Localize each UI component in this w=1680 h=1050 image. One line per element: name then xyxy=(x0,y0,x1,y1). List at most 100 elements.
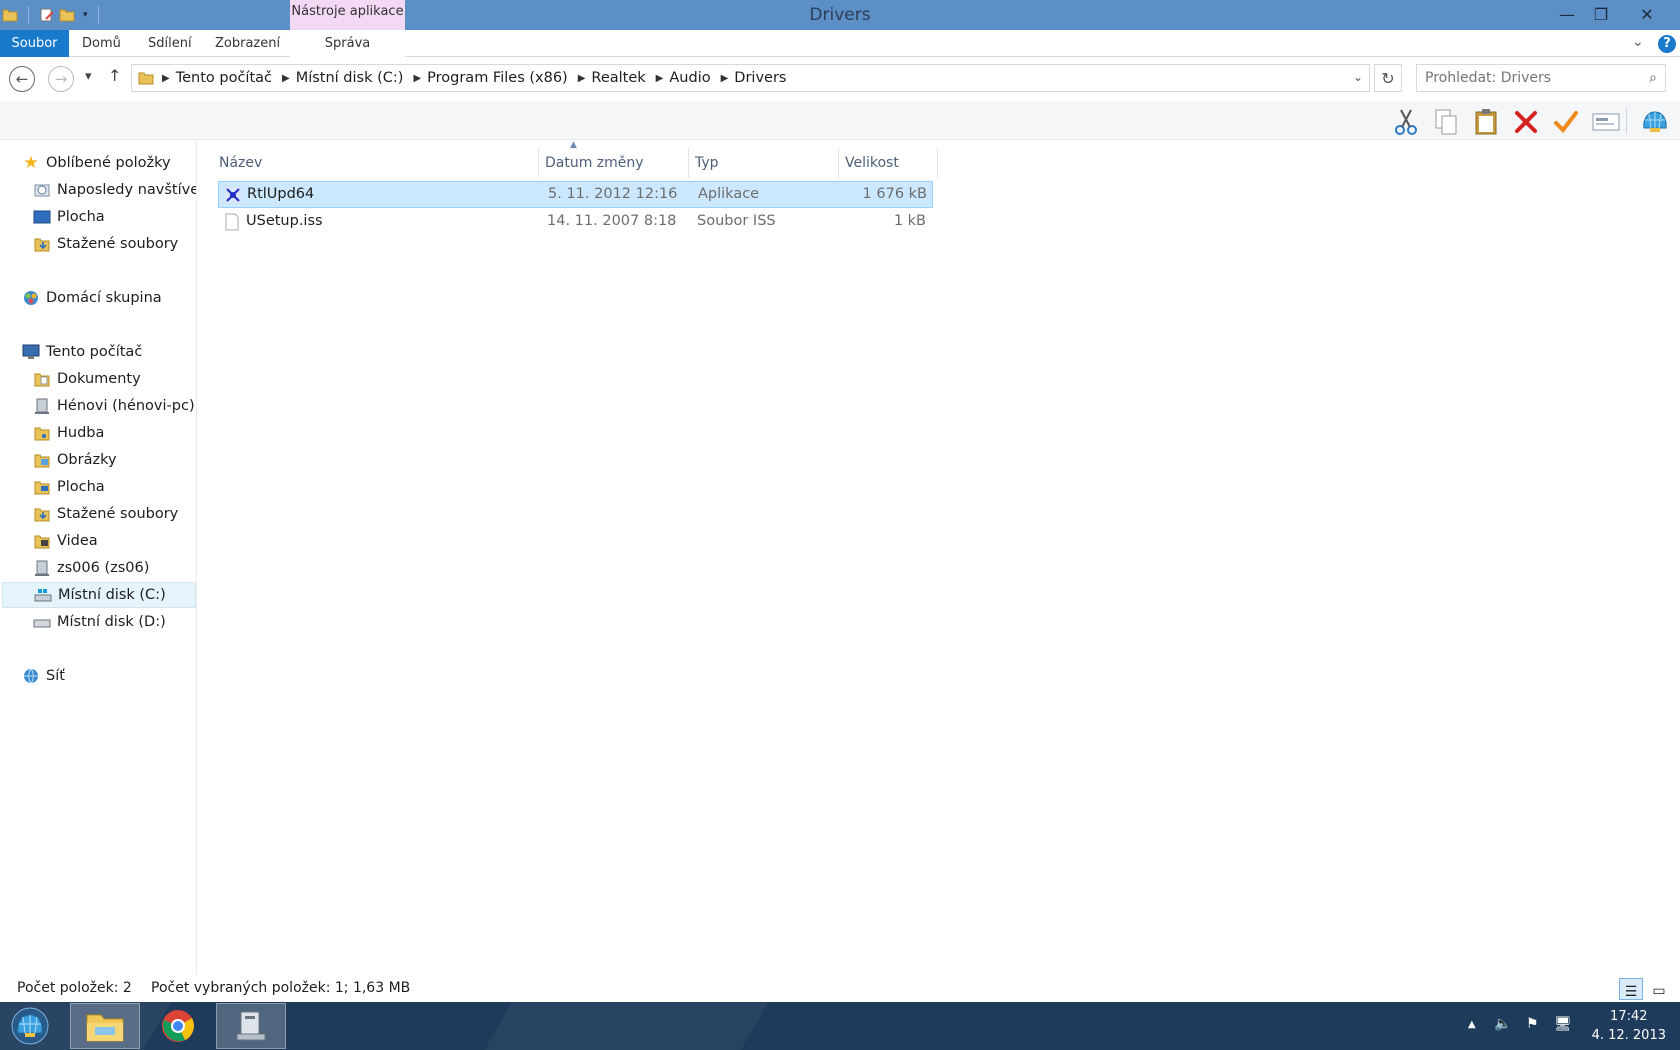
clock-time: 17:42 xyxy=(1610,1009,1648,1024)
nav-recent[interactable]: Naposledy navštívené xyxy=(33,178,196,202)
nav-this-pc[interactable]: Tento počítač xyxy=(22,340,142,364)
recent-locations-chevron-icon[interactable]: ▾ xyxy=(85,69,92,84)
nav-desktop[interactable]: Plocha xyxy=(33,205,105,229)
table-row[interactable]: RtlUpd64 5. 11. 2012 12:16 Aplikace 1 67… xyxy=(218,181,933,208)
forward-button[interactable]: → xyxy=(48,66,74,92)
delete-icon[interactable] xyxy=(1511,107,1541,137)
column-header-name[interactable]: Název xyxy=(213,148,539,178)
file-name: RtlUpd64 xyxy=(247,186,315,202)
close-button[interactable]: ✕ xyxy=(1618,0,1676,28)
computer-icon xyxy=(22,343,40,361)
clock-date: 4. 12. 2013 xyxy=(1591,1028,1666,1043)
item-count: Počet položek: 2 xyxy=(17,980,132,996)
breadcrumb-separator-icon[interactable]: ▶ xyxy=(162,73,170,84)
up-button[interactable]: ↑ xyxy=(108,66,121,85)
title-bar: ▾ Drivers — ❐ ✕ xyxy=(0,0,1680,30)
tab-sprava[interactable]: Správa xyxy=(290,30,405,57)
help-icon[interactable]: ? xyxy=(1658,35,1676,53)
folder-icon xyxy=(86,1014,124,1042)
address-history-chevron-icon[interactable]: ⌄ xyxy=(1353,70,1363,84)
music-folder-icon xyxy=(33,424,51,442)
action-center-flag-icon[interactable]: ⚑ xyxy=(1526,1016,1539,1032)
nav-desktop-2[interactable]: Plocha xyxy=(33,475,105,499)
back-button[interactable]: ← xyxy=(9,66,35,92)
window-title: Drivers xyxy=(809,5,871,25)
nav-favorites[interactable]: ★ Oblíbené položky xyxy=(22,151,171,175)
nav-music[interactable]: Hudba xyxy=(33,421,104,445)
nav-label: Hénovi (hénovi-pc) xyxy=(57,398,195,414)
cut-icon[interactable] xyxy=(1391,107,1421,137)
nav-pictures[interactable]: Obrázky xyxy=(33,448,117,472)
large-icons-view-button[interactable]: ▭ xyxy=(1647,978,1671,1000)
network-status-icon[interactable]: 🖥 xyxy=(1554,1016,1572,1032)
search-box[interactable]: ⌕ xyxy=(1416,64,1666,92)
nav-zs006[interactable]: zs006 (zs06) xyxy=(33,556,149,580)
breadcrumb-audio[interactable]: Audio xyxy=(663,70,720,86)
nav-network[interactable]: Síť xyxy=(22,664,65,688)
show-hidden-icons-icon[interactable]: ▲ xyxy=(1468,1019,1476,1030)
search-input[interactable] xyxy=(1417,65,1627,91)
homegroup-icon xyxy=(22,289,40,307)
breadcrumb-drivers[interactable]: Drivers xyxy=(728,70,796,86)
windows-drive-icon xyxy=(34,586,52,604)
column-header-size[interactable]: Velikost xyxy=(839,148,938,178)
nav-label: Stažené soubory xyxy=(57,506,179,522)
rename-icon[interactable] xyxy=(1591,107,1621,137)
nav-downloads-2[interactable]: Stažené soubory xyxy=(33,502,178,526)
context-tab-group-label: Nástroje aplikace xyxy=(291,4,404,19)
expand-ribbon-chevron-icon[interactable]: ⌄ xyxy=(1632,34,1644,50)
shell-icon[interactable] xyxy=(1640,107,1670,137)
navigation-pane: ★ Oblíbené položky Naposledy navštívené … xyxy=(0,140,197,1000)
taskbar-setup-app[interactable] xyxy=(216,1003,286,1049)
ribbon: Soubor Domů Sdílení Zobrazení Správa ⌄ ? xyxy=(0,30,1680,57)
taskbar-file-explorer[interactable] xyxy=(70,1003,140,1049)
taskbar-chrome[interactable] xyxy=(143,1003,213,1049)
breadcrumb-program-files[interactable]: Program Files (x86) xyxy=(421,70,578,86)
search-icon[interactable]: ⌕ xyxy=(1649,70,1657,86)
address-bar[interactable]: ▶ Tento počítač ▶ Místní disk (C:) ▶ Pro… xyxy=(131,64,1370,92)
nav-disk-c[interactable]: Místní disk (C:) xyxy=(2,582,196,608)
address-row: ← → ▾ ↑ ▶ Tento počítač ▶ Místní disk (C… xyxy=(0,57,1680,102)
breadcrumb-separator-icon[interactable]: ▶ xyxy=(282,73,290,84)
recent-places-icon xyxy=(33,181,51,199)
copy-icon[interactable] xyxy=(1431,107,1461,137)
breadcrumb-realtek[interactable]: Realtek xyxy=(585,70,655,86)
chrome-icon xyxy=(162,1010,194,1042)
breadcrumb-separator-icon[interactable]: ▶ xyxy=(578,73,586,84)
file-date: 14. 11. 2007 8:18 xyxy=(547,213,677,229)
tab-zobrazeni[interactable]: Zobrazení xyxy=(215,30,280,57)
nav-documents[interactable]: Dokumenty xyxy=(33,367,141,391)
tab-sdileni[interactable]: Sdílení xyxy=(148,30,192,57)
nav-label: Oblíbené položky xyxy=(46,155,171,171)
refresh-icon: ↻ xyxy=(1381,68,1395,88)
file-type: Aplikace xyxy=(698,186,760,202)
breadcrumb-separator-icon[interactable]: ▶ xyxy=(413,73,421,84)
volume-muted-icon[interactable]: 🔈 xyxy=(1494,1016,1511,1032)
nav-videos[interactable]: Videa xyxy=(33,529,98,553)
checkmark-icon[interactable] xyxy=(1551,107,1581,137)
network-drive-icon xyxy=(33,397,51,415)
column-header-date[interactable]: Datum změny xyxy=(539,148,689,178)
breadcrumb-tento-pocitac[interactable]: Tento počítač xyxy=(170,70,282,86)
nav-homegroup[interactable]: Domácí skupina xyxy=(22,286,162,310)
refresh-button[interactable]: ↻ xyxy=(1374,64,1402,92)
start-button[interactable] xyxy=(8,1006,52,1046)
breadcrumb-separator-icon[interactable]: ▶ xyxy=(656,73,664,84)
nav-label: Naposledy navštívené xyxy=(57,182,196,198)
tab-domu[interactable]: Domů xyxy=(82,30,121,57)
nav-henovi[interactable]: Hénovi (hénovi-pc) xyxy=(33,394,195,418)
breadcrumb-mistni-disk-c[interactable]: Místní disk (C:) xyxy=(290,70,414,86)
nav-label: Hudba xyxy=(57,425,105,441)
folder-icon xyxy=(138,72,154,85)
column-header-type[interactable]: Typ xyxy=(689,148,839,178)
table-row[interactable]: USetup.iss 14. 11. 2007 8:18 Soubor ISS … xyxy=(218,209,933,236)
clock[interactable]: 17:42 4. 12. 2013 xyxy=(1592,1007,1666,1045)
tab-soubor[interactable]: Soubor xyxy=(0,30,69,57)
drive-icon xyxy=(33,613,51,631)
details-view-button[interactable]: ☰ xyxy=(1619,978,1643,1000)
paste-icon[interactable] xyxy=(1471,107,1501,137)
nav-label: Plocha xyxy=(57,209,105,225)
nav-downloads[interactable]: Stažené soubory xyxy=(33,232,178,256)
breadcrumb-separator-icon[interactable]: ▶ xyxy=(721,73,729,84)
nav-disk-d[interactable]: Místní disk (D:) xyxy=(33,610,166,634)
